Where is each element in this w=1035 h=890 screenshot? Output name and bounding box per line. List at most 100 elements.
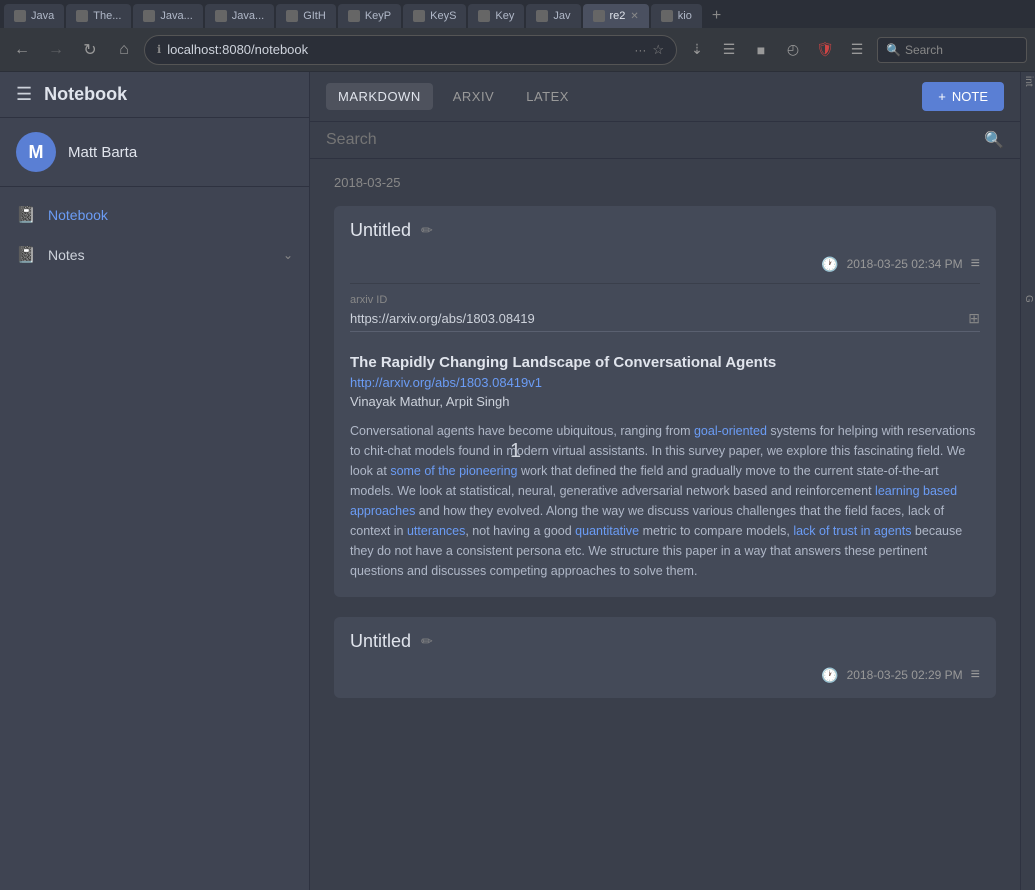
tab-label: KeyP	[365, 10, 391, 22]
abstract-text-6: metric to compare models,	[639, 524, 793, 538]
note-title-area-1: Untitled ✏	[350, 220, 433, 241]
tab-keyp[interactable]: KeyP	[338, 4, 401, 28]
clock-icon-1: 🕐	[821, 256, 838, 273]
bookmark-icon[interactable]: ☆	[652, 42, 664, 58]
right-panel-text-2: G	[1021, 291, 1035, 307]
edit-icon-1[interactable]: ✏	[421, 222, 433, 239]
sidebar-toggle-icon[interactable]: ■	[747, 36, 775, 64]
forward-button[interactable]: →	[42, 36, 70, 64]
address-bar[interactable]: ℹ localhost:8080/notebook ··· ☆	[144, 35, 677, 65]
back-button[interactable]: ←	[8, 36, 36, 64]
sidebar-item-notebook-label: Notebook	[48, 207, 293, 223]
paper-title: The Rapidly Changing Landscape of Conver…	[350, 354, 980, 371]
tab-favicon	[143, 10, 155, 22]
paper-authors: Vinayak Mathur, Arpit Singh	[350, 394, 980, 409]
search-placeholder: Search	[905, 43, 943, 57]
reload-button[interactable]: ↻	[76, 36, 104, 64]
tab-keys[interactable]: KeyS	[403, 4, 466, 28]
note-card-1: Untitled ✏ 🕐 2018-03-25 02:34 PM ≡ arxiv…	[334, 206, 996, 597]
sidebar: ☰ Notebook M Matt Barta 📓 Notebook 📓 Not…	[0, 72, 310, 890]
tab-arxiv[interactable]: ARXIV	[441, 83, 507, 110]
chevron-down-icon: ⌄	[283, 248, 293, 262]
tab-favicon	[14, 10, 26, 22]
tab-java1[interactable]: Java	[4, 4, 64, 28]
edit-icon-2[interactable]: ✏	[421, 633, 433, 650]
user-name: Matt Barta	[68, 144, 137, 161]
note-meta-2: 🕐 2018-03-25 02:29 PM ≡	[821, 666, 980, 684]
toolbar-actions: ⇣ ☰ ■ ◴ 🛡 ☰	[683, 36, 871, 64]
date-header: 2018-03-25	[334, 175, 996, 190]
sidebar-item-notes-label: Notes	[48, 247, 271, 263]
tab-jav[interactable]: Jav	[526, 4, 580, 28]
abstract-text-5: , not having a good	[465, 524, 575, 538]
app-container: ☰ Notebook M Matt Barta 📓 Notebook 📓 Not…	[0, 72, 1035, 890]
tab-favicon	[348, 10, 360, 22]
note-menu-button-2[interactable]: ≡	[971, 666, 980, 684]
tab-kio[interactable]: kio	[651, 4, 702, 28]
browser-search-bar[interactable]: 🔍 Search	[877, 37, 1027, 63]
note-arxiv-section: arxiv ID https://arxiv.org/abs/1803.0841…	[334, 284, 996, 342]
screenshot-icon[interactable]: ◴	[779, 36, 807, 64]
hamburger-button[interactable]: ☰	[16, 84, 32, 105]
tab-the[interactable]: The...	[66, 4, 131, 28]
tab-label: KeyS	[430, 10, 456, 22]
tab-markdown[interactable]: MARKDOWN	[326, 83, 433, 110]
note-header-1: Untitled ✏	[334, 206, 996, 255]
tab-label: Key	[495, 10, 514, 22]
download-icon[interactable]: ⇣	[683, 36, 711, 64]
right-panel-edge: int G	[1020, 72, 1035, 890]
abstract-link-1: goal-oriented	[694, 424, 767, 438]
tab-label: kio	[678, 10, 692, 22]
note-title-area-2: Untitled ✏	[350, 631, 433, 652]
copy-icon[interactable]: ⊞	[968, 310, 980, 327]
note-title-2: Untitled	[350, 631, 411, 652]
arxiv-label: arxiv ID	[350, 294, 980, 306]
tab-key[interactable]: Key	[468, 4, 524, 28]
tab-latex[interactable]: LATEX	[514, 83, 581, 110]
address-actions: ···	[634, 43, 646, 57]
sidebar-item-notes[interactable]: 📓 Notes ⌄	[0, 235, 309, 275]
tab-github[interactable]: GItH	[276, 4, 336, 28]
main-toolbar: MARKDOWN ARXIV LATEX + NOTE	[310, 72, 1020, 122]
arxiv-url-text: https://arxiv.org/abs/1803.08419	[350, 311, 968, 326]
tab-favicon	[478, 10, 490, 22]
library-icon[interactable]: ☰	[715, 36, 743, 64]
abstract-text: Conversational agents have become ubiqui…	[350, 424, 694, 438]
tab-favicon	[413, 10, 425, 22]
search-icon: 🔍	[886, 43, 901, 57]
abstract-link-5: quantitative	[575, 524, 639, 538]
tab-java2[interactable]: Java...	[133, 4, 202, 28]
main-search-bar[interactable]: 🔍	[310, 122, 1020, 159]
sidebar-item-notebook[interactable]: 📓 Notebook	[0, 195, 309, 235]
tab-label: GItH	[303, 10, 326, 22]
tab-java3[interactable]: Java...	[205, 4, 274, 28]
lock-icon: ℹ	[157, 43, 161, 56]
tab-re2[interactable]: re2 ✕	[583, 4, 649, 28]
right-panel-text: int	[1021, 72, 1035, 91]
abstract-link-2: some of the pioneering	[390, 464, 517, 478]
shield-icon[interactable]: 🛡	[811, 36, 839, 64]
new-tab-button[interactable]: +	[704, 4, 729, 28]
note-timestamp-1: 2018-03-25 02:34 PM	[847, 257, 963, 271]
add-note-label: NOTE	[952, 89, 988, 104]
menu-icon[interactable]: ☰	[843, 36, 871, 64]
avatar: M	[16, 132, 56, 172]
tab-label: Java	[31, 10, 54, 22]
step-number: 1	[510, 440, 521, 463]
tab-label: Java...	[232, 10, 264, 22]
home-button[interactable]: ⌂	[110, 36, 138, 64]
note-timestamp-2: 2018-03-25 02:29 PM	[847, 668, 963, 682]
tab-favicon	[593, 10, 605, 22]
url-text: localhost:8080/notebook	[167, 42, 628, 57]
tab-favicon	[286, 10, 298, 22]
tab-close-icon[interactable]: ✕	[630, 11, 638, 22]
note-menu-button-1[interactable]: ≡	[971, 255, 980, 273]
main-search-input[interactable]	[326, 131, 976, 149]
browser-tabs: Java The... Java... Java... GItH KeyP Ke…	[0, 0, 1035, 28]
user-section: M Matt Barta	[0, 118, 309, 187]
abstract-link-6: lack of trust in agents	[793, 524, 911, 538]
add-note-button[interactable]: + NOTE	[922, 82, 1004, 111]
arxiv-input-row: https://arxiv.org/abs/1803.08419 ⊞	[350, 310, 980, 332]
paper-link[interactable]: http://arxiv.org/abs/1803.08419v1	[350, 375, 980, 390]
note-meta-1: 🕐 2018-03-25 02:34 PM ≡	[821, 255, 980, 273]
